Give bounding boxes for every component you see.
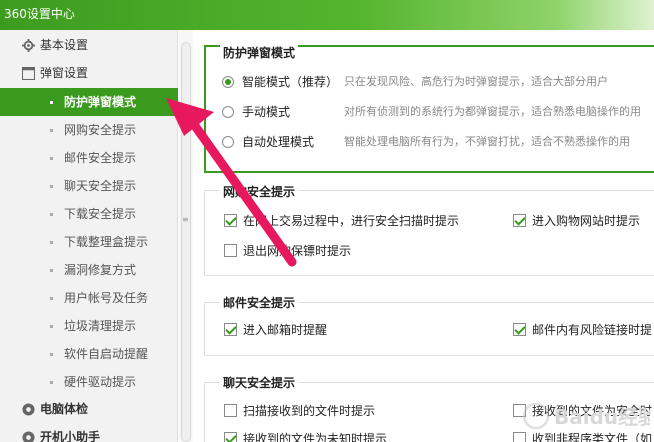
sidebar-item-shopping[interactable]: 网购安全提示 <box>0 116 178 144</box>
checkbox-label: 进入购物网站时提示 <box>532 214 641 228</box>
sidebar-scrollbar-thumb[interactable] <box>181 42 191 442</box>
checkbox[interactable] <box>224 432 237 442</box>
sidebar-group-basic[interactable]: 基本设置 <box>0 32 178 59</box>
sidebar-item-label: 防护弹窗模式 <box>64 95 137 109</box>
checkbox-label: 在网上交易过程中，进行安全扫描时提示 <box>243 214 460 228</box>
checkbox-label: 邮件内有风险链接时提 <box>532 323 653 337</box>
window-title: 360设置中心 <box>4 7 75 21</box>
popup-mode-title: 防护弹窗模式 <box>220 44 299 61</box>
bullet-icon <box>50 129 53 132</box>
sidebar-item-label: 垃圾清理提示 <box>64 319 137 333</box>
bullet-icon <box>50 213 53 216</box>
radio-button[interactable] <box>222 106 234 118</box>
radio-description: 对所有侦测到的系统行为都弹窗提示，适合熟悉电脑操作的用 <box>344 105 641 118</box>
sidebar-item-label: 下载整理盒提示 <box>64 235 149 249</box>
bullet-icon <box>50 325 53 328</box>
checkbox[interactable] <box>513 214 526 227</box>
sidebar-group-label: 电脑体检 <box>40 402 89 416</box>
sidebar-group-checkup[interactable]: 电脑体检 <box>0 396 178 423</box>
window-icon <box>22 67 35 80</box>
radio-button[interactable] <box>222 76 234 88</box>
bullet-icon <box>50 381 53 384</box>
sidebar-item-driver[interactable]: 硬件驱动提示 <box>0 368 178 396</box>
sidebar-item-label: 用户帐号及任务 <box>64 291 149 305</box>
radio-description: 只在发现风险、高危行为时弹窗提示，适合大部分用户 <box>344 75 608 88</box>
baidu-watermark-logo: Baidu经验 <box>522 402 650 430</box>
sidebar-group-popup[interactable]: 弹窗设置 <box>0 60 178 87</box>
checkbox-label: 进入邮箱时提醒 <box>243 323 328 337</box>
sidebar-item-label: 下载安全提示 <box>64 207 137 221</box>
bullet-icon <box>50 269 53 272</box>
sidebar-item-label: 网购安全提示 <box>64 123 137 137</box>
radio-label: 智能模式（推荐） <box>242 75 339 89</box>
sidebar-item-accounts[interactable]: 用户帐号及任务 <box>0 284 178 312</box>
sidebar-item-label: 聊天安全提示 <box>64 179 137 193</box>
shopping-section <box>204 190 654 276</box>
bullet-icon <box>50 185 53 188</box>
watermark-text: Baidu经验 <box>554 405 650 429</box>
radio-description: 智能处理电脑所有行为，不弹窗打扰，适合不熟悉操作的用 <box>344 135 630 148</box>
checkup-icon <box>22 403 35 416</box>
sidebar-item-label: 硬件驱动提示 <box>64 375 137 389</box>
sidebar-item-download[interactable]: 下载安全提示 <box>0 200 178 228</box>
checkbox-label: 接收到的文件为未知时提示 <box>243 432 388 442</box>
bullet-icon <box>50 241 53 244</box>
sidebar-group-label: 开机小助手 <box>40 430 101 442</box>
sidebar-item-download-box[interactable]: 下载整理盒提示 <box>0 228 178 256</box>
bullet-icon <box>50 353 53 356</box>
sidebar-item-mail[interactable]: 邮件安全提示 <box>0 144 178 172</box>
radio-label: 自动处理模式 <box>242 135 315 149</box>
chat-section-title: 聊天安全提示 <box>220 374 299 391</box>
checkbox[interactable] <box>224 214 237 227</box>
sidebar-item-popup-mode[interactable]: 防护弹窗模式 <box>0 88 178 116</box>
bullet-icon <box>50 157 53 160</box>
mail-section-title: 邮件安全提示 <box>220 294 299 311</box>
bullet-icon <box>50 101 53 104</box>
bullet-icon <box>50 297 53 300</box>
sidebar-item-label: 漏洞修复方式 <box>64 263 137 277</box>
checkbox-label: 扫描接收到的文件时提示 <box>243 404 376 418</box>
boot-assistant-icon <box>22 431 35 442</box>
checkbox[interactable] <box>224 244 237 257</box>
shopping-section-title: 网购安全提示 <box>220 183 299 200</box>
checkbox[interactable] <box>224 323 237 336</box>
sidebar-item-vuln-fix[interactable]: 漏洞修复方式 <box>0 256 178 284</box>
sidebar-group-boot-assistant[interactable]: 开机小助手 <box>0 424 178 442</box>
sidebar-item-label: 邮件安全提示 <box>64 151 137 165</box>
gear-icon <box>22 39 35 52</box>
sidebar-item-junk-clean[interactable]: 垃圾清理提示 <box>0 312 178 340</box>
sidebar-group-label: 弹窗设置 <box>40 66 89 80</box>
checkbox[interactable] <box>513 323 526 336</box>
radio-button[interactable] <box>222 136 234 148</box>
sidebar-item-chat[interactable]: 聊天安全提示 <box>0 172 178 200</box>
window-title-bar: 360设置中心 <box>0 0 654 30</box>
checkbox[interactable] <box>224 404 237 417</box>
sidebar-item-label: 软件自启动提醒 <box>64 347 149 361</box>
checkbox-label: 退出网购保镖时提示 <box>243 244 352 258</box>
sidebar-item-autostart[interactable]: 软件自启动提醒 <box>0 340 178 368</box>
radio-label: 手动模式 <box>242 105 291 119</box>
scrollbar-grip-icon: ≡ <box>182 215 189 224</box>
sidebar-group-label: 基本设置 <box>40 38 89 52</box>
